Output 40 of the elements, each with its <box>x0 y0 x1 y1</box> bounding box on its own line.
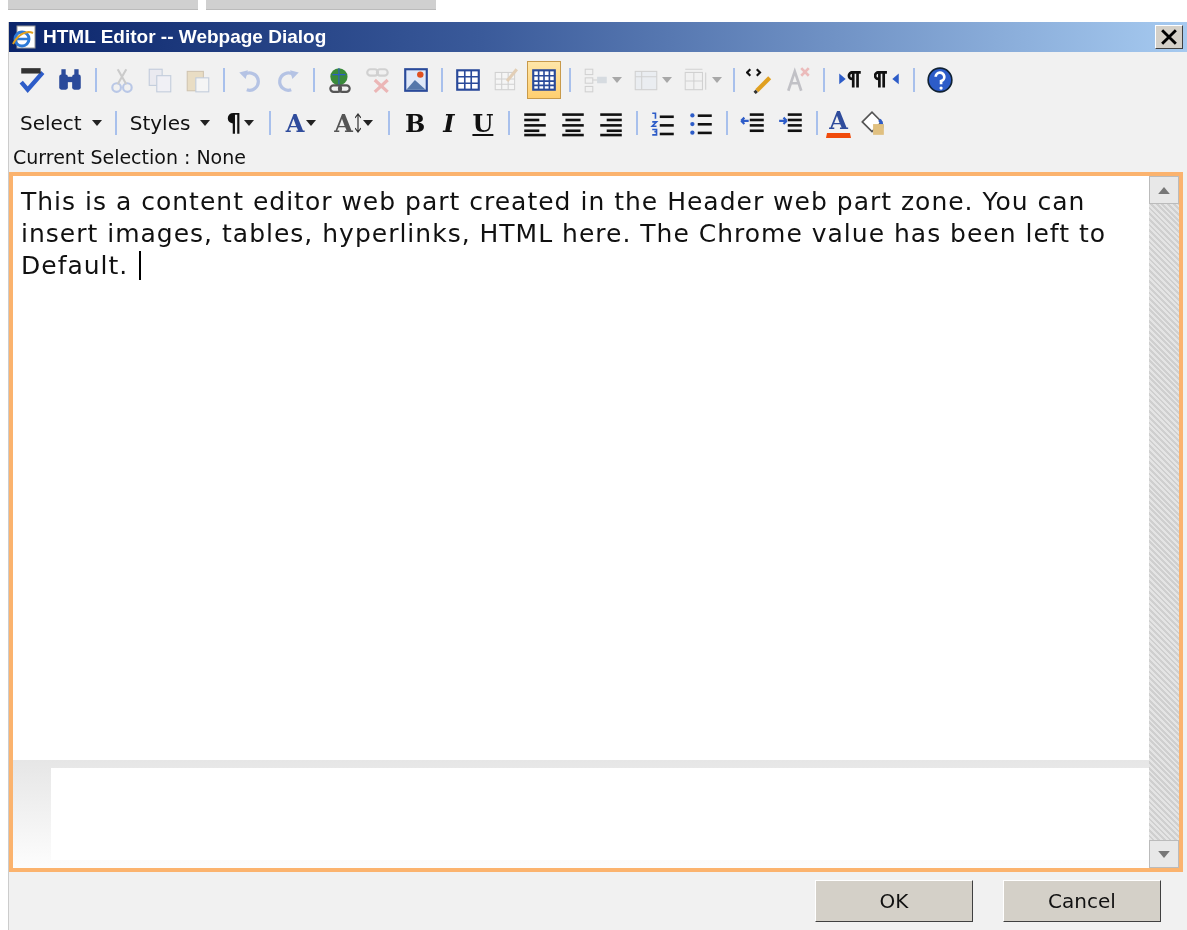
font-button[interactable]: A <box>278 104 324 142</box>
help-icon <box>926 66 954 94</box>
paragraph-button[interactable]: ¶ <box>219 104 261 142</box>
checkmark-icon <box>18 66 46 94</box>
underline-button[interactable]: U <box>465 104 501 142</box>
tag-pencil-icon <box>746 66 774 94</box>
copy-icon <box>146 66 174 94</box>
dropdown-menu[interactable]: Select <box>15 104 107 142</box>
letter-cross-icon <box>784 66 812 94</box>
table-button[interactable] <box>527 61 561 99</box>
scroll-up-button[interactable] <box>1149 176 1179 204</box>
dropdown-menu[interactable]: Styles <box>124 104 216 142</box>
close-button[interactable] <box>1155 25 1183 49</box>
text-cursor <box>139 251 142 280</box>
selection-value: None <box>196 146 246 168</box>
arrow-icon <box>354 113 361 133</box>
browser-logo-icon <box>11 24 37 50</box>
up-arrow-icon <box>1158 186 1170 194</box>
window-title: HTML Editor -- Webpage Dialog <box>43 26 328 48</box>
close-icon <box>1161 29 1177 45</box>
broken-link-icon <box>364 66 392 94</box>
caret-icon <box>200 120 211 126</box>
editor-area[interactable]: This is a content editor web part created in the Header web part zone. You can insert images, tables, hyperlinks, HTML here. The Chrome value has been left to Default. <box>9 172 1183 872</box>
italic-button[interactable]: I <box>436 104 462 142</box>
font-size-button[interactable]: A <box>327 104 380 142</box>
down-arrow-icon <box>1158 850 1170 858</box>
scroll-down-button[interactable] <box>1149 840 1179 868</box>
scroll-bar[interactable] <box>1149 176 1179 868</box>
picture-icon <box>402 66 430 94</box>
caret-icon <box>91 120 102 126</box>
table-icon <box>530 66 558 94</box>
bold-button[interactable]: B <box>397 104 433 142</box>
ok-button[interactable]: OK <box>815 880 973 922</box>
text-color-button[interactable]: A <box>826 108 851 138</box>
globe-link-icon <box>326 66 354 94</box>
editor-text: This is a content editor web part created in the Header web part zone. You can insert images, tables, hyperlinks, HTML here. The Chrome value has been left to Default. <box>20 186 1108 282</box>
table-icon <box>454 66 482 94</box>
scissors-icon <box>108 66 136 94</box>
selection-label: Current Selection : <box>13 146 191 168</box>
cancel-button[interactable]: Cancel <box>1003 880 1161 922</box>
